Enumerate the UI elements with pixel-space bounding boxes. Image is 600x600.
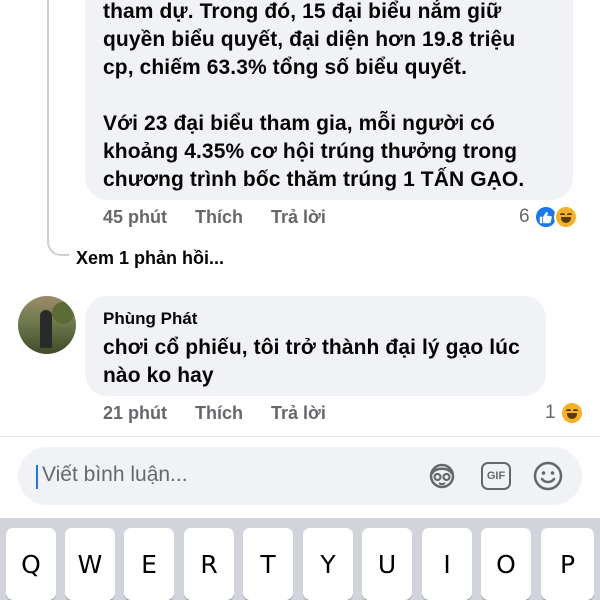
comment-composer: Viết bình luận... GIF bbox=[0, 436, 600, 518]
key-i[interactable]: I bbox=[422, 528, 472, 600]
key-u[interactable]: U bbox=[362, 528, 412, 600]
on-screen-keyboard: Q W E R T Y U I O P bbox=[0, 518, 600, 600]
comment-time: 45 phút bbox=[103, 207, 168, 227]
like-button[interactable]: Thích bbox=[195, 207, 243, 228]
comment-time: 21 phút bbox=[103, 403, 168, 423]
key-e[interactable]: E bbox=[124, 528, 174, 600]
key-y[interactable]: Y bbox=[303, 528, 353, 600]
avatar-sticker-icon[interactable] bbox=[424, 459, 460, 493]
thread-line bbox=[47, 0, 49, 232]
comment-actions: 45 phút Thích Trả lời bbox=[103, 207, 354, 228]
haha-icon bbox=[553, 205, 578, 229]
comment-text: chơi cổ phiếu, tôi trở thành đại lý gạo … bbox=[103, 336, 520, 387]
like-button[interactable]: Thích bbox=[195, 403, 243, 424]
reaction-summary[interactable]: 1 bbox=[545, 401, 584, 425]
key-o[interactable]: O bbox=[481, 528, 531, 600]
comment-actions: 21 phút Thích Trả lời bbox=[103, 403, 354, 424]
gif-label: GIF bbox=[481, 462, 511, 490]
gif-icon[interactable]: GIF bbox=[478, 459, 514, 493]
avatar[interactable] bbox=[18, 296, 76, 354]
text-caret bbox=[36, 465, 38, 489]
reaction-summary[interactable]: 6 bbox=[519, 205, 578, 229]
key-p[interactable]: P bbox=[541, 528, 594, 600]
comment-bubble[interactable]: Phùng Phát chơi cổ phiếu, tôi trở thành … bbox=[85, 296, 546, 396]
comment-input-placeholder: Viết bình luận... bbox=[42, 463, 188, 486]
key-t[interactable]: T bbox=[243, 528, 293, 600]
key-q[interactable]: Q bbox=[6, 528, 56, 600]
key-r[interactable]: R bbox=[184, 528, 234, 600]
reply-button[interactable]: Trả lời bbox=[271, 403, 326, 424]
reaction-count: 6 bbox=[519, 206, 530, 227]
reaction-count: 1 bbox=[545, 402, 556, 423]
key-w[interactable]: W bbox=[65, 528, 115, 600]
comment-text: tham dự. Trong đó, 15 đại biểu nắm giữ q… bbox=[103, 0, 525, 191]
view-replies-link[interactable]: Xem 1 phản hồi... bbox=[76, 248, 224, 269]
haha-icon bbox=[559, 401, 584, 425]
comment-bubble[interactable]: tham dự. Trong đó, 15 đại biểu nắm giữ q… bbox=[85, 0, 573, 200]
emoji-icon[interactable] bbox=[530, 459, 566, 493]
reply-button[interactable]: Trả lời bbox=[271, 207, 326, 228]
thread-connector bbox=[47, 226, 69, 256]
comment-author[interactable]: Phùng Phát bbox=[103, 308, 528, 330]
